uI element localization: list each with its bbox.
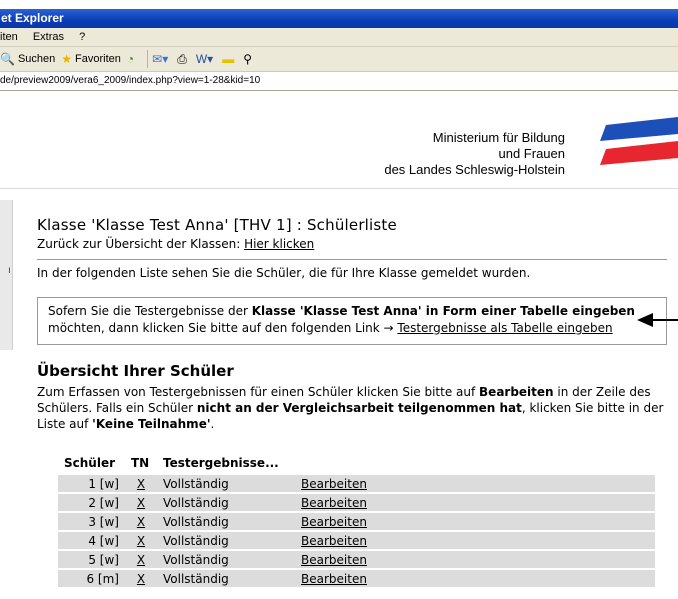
action-cell: Bearbeiten	[295, 494, 655, 511]
header-results: Testergebnisse...	[157, 453, 655, 473]
student-cell: 4 [w]	[58, 532, 125, 549]
intro-text: In der folgenden Liste sehen Sie die Sch…	[37, 266, 531, 280]
menu-item-help[interactable]: ?	[79, 31, 85, 43]
result-cell: Vollständig	[157, 570, 295, 587]
no-participation-link[interactable]: X	[125, 532, 157, 549]
word-icon: W▾	[195, 52, 214, 66]
notice-text: Sofern Sie die Testergebnisse der Klasse…	[48, 303, 656, 337]
student-cell: 5 [w]	[58, 551, 125, 568]
edit-link[interactable]: Bearbeiten	[301, 477, 367, 491]
annotation-arrow-icon	[637, 313, 653, 327]
print-icon: ⎙	[177, 52, 187, 66]
table-entry-notice: Sofern Sie die Testergebnisse der Klasse…	[37, 297, 667, 345]
address-url: de/preview2009/vera6_2009/index.php?view…	[0, 75, 261, 86]
header-tn: TN	[125, 453, 157, 473]
table-row: 2 [w] X Vollständig Bearbeiten	[58, 494, 655, 511]
history-icon: ◔	[126, 52, 135, 66]
menu-item-extras[interactable]: Extras	[33, 31, 64, 43]
back-line: Zurück zur Übersicht der Klassen: Hier k…	[37, 237, 314, 251]
student-cell: 6 [m]	[58, 570, 125, 587]
no-participation-link[interactable]: X	[125, 570, 157, 587]
ministry-line-3: des Landes Schleswig-Holstein	[384, 162, 565, 177]
table-row: 1 [w] X Vollständig Bearbeiten	[58, 475, 655, 492]
toolbar: 🔍 Suchen ★ Favoriten ◔ ✉▾ ⎙ W▾ ▬ ⚲	[0, 47, 678, 72]
student-cell: 3 [w]	[58, 513, 125, 530]
result-cell: Vollständig	[157, 532, 295, 549]
student-cell: 1 [w]	[58, 475, 125, 492]
no-participation-link[interactable]: X	[125, 494, 157, 511]
table-row: 4 [w] X Vollständig Bearbeiten	[58, 532, 655, 549]
students-table: Schüler TN Testergebnisse... 1 [w] X Volls…	[58, 451, 655, 589]
search-icon: 🔍	[0, 52, 15, 66]
no-participation-link[interactable]: X	[125, 475, 157, 492]
research-button[interactable]: ⚲	[243, 47, 255, 71]
student-cell: 2 [w]	[58, 494, 125, 511]
window-title: et Explorer	[1, 11, 64, 25]
ministry-logo	[600, 117, 678, 165]
header-divider	[0, 188, 678, 189]
favorites-label: Favoriten	[75, 53, 121, 65]
edit-link[interactable]: Bearbeiten	[301, 572, 367, 586]
menu-item-favorites[interactable]: iten	[0, 31, 18, 43]
ministry-name: Ministerium für Bildung und Frauen des L…	[384, 130, 565, 178]
annotation-arrow-line	[651, 319, 678, 321]
address-bar[interactable]: de/preview2009/vera6_2009/index.php?view…	[0, 72, 678, 91]
folder-icon: ▬	[222, 52, 235, 66]
action-cell: Bearbeiten	[295, 551, 655, 568]
overview-text: Zum Erfassen von Testergebnissen für ein…	[37, 384, 667, 432]
mail-button[interactable]: ✉▾	[152, 47, 171, 71]
edit-link[interactable]: Bearbeiten	[301, 515, 367, 529]
result-cell: Vollständig	[157, 494, 295, 511]
table-header-row: Schüler TN Testergebnisse...	[58, 453, 655, 473]
notice-line2: möchten, dann klicken Sie bitte auf den …	[48, 321, 398, 335]
overview-b1: Bearbeiten	[479, 385, 554, 399]
back-text: Zurück zur Übersicht der Klassen:	[37, 237, 245, 251]
overview-t4: .	[210, 417, 215, 431]
ministry-line-1: Ministerium für Bildung	[432, 130, 565, 145]
edit-link[interactable]: Bearbeiten	[301, 553, 367, 567]
no-participation-link[interactable]: X	[125, 551, 157, 568]
title-divider	[37, 259, 667, 260]
history-button[interactable]: ◔	[127, 47, 137, 71]
back-link[interactable]: Hier klicken	[244, 237, 314, 251]
action-cell: Bearbeiten	[295, 513, 655, 530]
header-student: Schüler	[58, 453, 125, 473]
edit-link[interactable]: Bearbeiten	[301, 534, 367, 548]
window-titlebar: et Explorer	[0, 9, 678, 28]
mail-icon: ✉▾	[152, 52, 169, 66]
table-row: 3 [w] X Vollständig Bearbeiten	[58, 513, 655, 530]
overview-b3: 'Keine Teilnahme'	[92, 417, 211, 431]
left-navigation-strip	[0, 200, 13, 350]
edit-button[interactable]: W▾	[196, 47, 216, 71]
folder-button[interactable]: ▬	[222, 47, 237, 71]
result-cell: Vollständig	[157, 551, 295, 568]
print-button[interactable]: ⎙	[177, 47, 190, 71]
result-cell: Vollständig	[157, 475, 295, 492]
overview-title: Übersicht Ihrer Schüler	[37, 362, 234, 380]
menu-bar: iten Extras ?	[0, 28, 678, 47]
notice-prefix: Sofern Sie die Testergebnisse der	[48, 304, 252, 318]
action-cell: Bearbeiten	[295, 570, 655, 587]
page-title: Klasse 'Klasse Test Anna' [THV 1] : Schü…	[37, 216, 397, 234]
search-label: Suchen	[17, 53, 56, 65]
binoculars-icon: ⚲	[243, 52, 252, 66]
left-marker: ı	[8, 265, 11, 276]
overview-t1: Zum Erfassen von Testergebnissen für ein…	[37, 385, 480, 399]
result-cell: Vollständig	[157, 513, 295, 530]
table-row: 5 [w] X Vollständig Bearbeiten	[58, 551, 655, 568]
favorites-button[interactable]: ★ Favoriten	[61, 47, 121, 71]
toolbar-separator	[147, 50, 149, 68]
ministry-line-2: und Frauen	[498, 146, 566, 161]
notice-bold: Klasse 'Klasse Test Anna' in Form einer …	[251, 304, 635, 318]
action-cell: Bearbeiten	[295, 475, 655, 492]
search-button[interactable]: 🔍 Suchen	[0, 47, 55, 71]
table-entry-link[interactable]: Testergebnisse als Tabelle eingeben	[397, 321, 612, 335]
edit-link[interactable]: Bearbeiten	[301, 496, 367, 510]
overview-b2: nicht an der Vergleichsarbeit teilgenomm…	[196, 401, 522, 415]
action-cell: Bearbeiten	[295, 532, 655, 549]
no-participation-link[interactable]: X	[125, 513, 157, 530]
star-icon: ★	[61, 52, 73, 66]
table-row: 6 [m] X Vollständig Bearbeiten	[58, 570, 655, 587]
